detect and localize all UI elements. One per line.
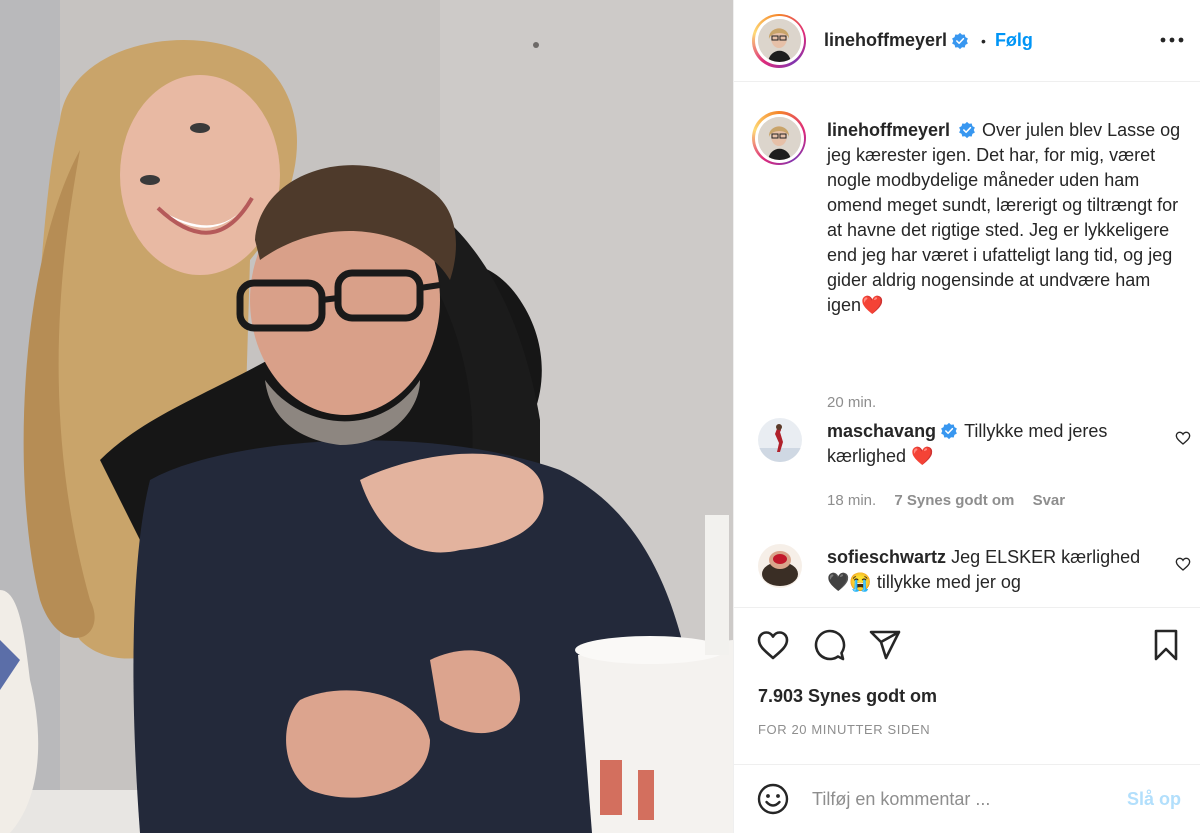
comment-username[interactable]: sofieschwartz	[827, 547, 946, 567]
verified-badge-icon	[959, 121, 975, 139]
comment-text-block: sofieschwartz Jeg ELSKER kærlighed🖤😭 til…	[827, 545, 1157, 595]
more-options-icon[interactable]	[1159, 30, 1185, 50]
comment-avatar[interactable]	[758, 418, 802, 462]
post-header: linehoffmeyerl • Følg	[734, 0, 1200, 82]
post-photo[interactable]	[0, 0, 733, 833]
add-comment-bar: Slå op	[734, 764, 1200, 833]
likes-count[interactable]: 7.903 Synes godt om	[758, 686, 937, 707]
share-icon[interactable]	[868, 628, 902, 662]
comment-like-heart-icon[interactable]	[1175, 556, 1191, 572]
post-actions	[734, 624, 1200, 668]
avatar-photo-icon	[757, 116, 801, 160]
post-side-panel: linehoffmeyerl • Følg linehoffmeyerl Ove…	[733, 0, 1200, 833]
follow-button[interactable]: Følg	[995, 30, 1033, 51]
header-user: linehoffmeyerl • Følg	[824, 30, 1033, 51]
emoji-icon[interactable]	[756, 782, 790, 816]
caption-text-block: linehoffmeyerl Over julen blev Lasse og …	[827, 118, 1187, 318]
heart-icon[interactable]	[756, 628, 790, 662]
caption-time[interactable]: 20 min.	[827, 394, 876, 411]
avatar-photo-icon	[758, 418, 802, 462]
verified-badge-icon	[952, 32, 968, 49]
avatar-photo-icon	[757, 19, 801, 62]
reply-button[interactable]: Svar	[1033, 492, 1066, 509]
avatar-photo-icon	[758, 544, 802, 588]
comment-time[interactable]: 18 min.	[827, 492, 876, 509]
caption-username[interactable]: linehoffmeyerl	[827, 120, 950, 140]
comment-meta: 18 min. 7 Synes godt om Svar	[827, 492, 1079, 509]
comment-icon[interactable]	[812, 628, 846, 662]
caption-text: Over julen blev Lasse og jeg kærester ig…	[827, 120, 1181, 315]
bookmark-icon[interactable]	[1149, 628, 1183, 662]
post-comment-button[interactable]: Slå op	[1127, 789, 1181, 810]
comment-likes[interactable]: 7 Synes godt om	[894, 492, 1014, 509]
comments-list[interactable]: linehoffmeyerl Over julen blev Lasse og …	[734, 83, 1200, 608]
comment-username[interactable]: maschavang	[827, 421, 936, 441]
post-timestamp[interactable]: FOR 20 MINUTTER SIDEN	[758, 722, 930, 737]
verified-badge-icon	[941, 422, 957, 440]
caption-avatar[interactable]	[752, 111, 806, 165]
author-avatar[interactable]	[752, 13, 806, 68]
header-username[interactable]: linehoffmeyerl	[824, 30, 947, 51]
header-separator: •	[981, 32, 986, 49]
comment-like-heart-icon[interactable]	[1175, 430, 1191, 446]
couple-photo	[0, 0, 733, 833]
comment-avatar[interactable]	[758, 544, 802, 588]
comment-input[interactable]	[812, 788, 1112, 810]
instagram-post: linehoffmeyerl • Følg linehoffmeyerl Ove…	[0, 0, 1200, 833]
comment-text-block: maschavang Tillykke med jeres kærlighed …	[827, 419, 1157, 469]
